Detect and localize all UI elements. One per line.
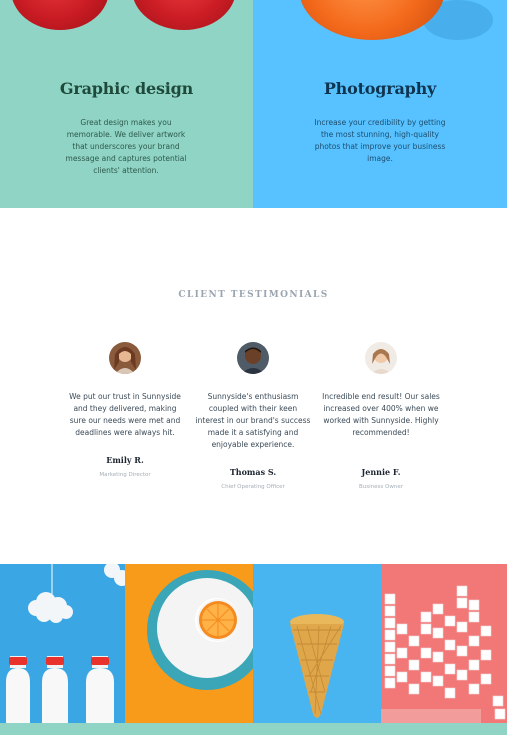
photography-description: Increase your credibility by getting the… xyxy=(314,118,446,163)
avatar-thomas xyxy=(237,342,269,374)
testimonial-role: Marketing Director xyxy=(99,472,151,478)
testimonial-name: Thomas S. xyxy=(229,467,277,477)
footer-strip xyxy=(0,723,507,735)
avatar-jennie xyxy=(365,342,397,374)
cherry-image-right xyxy=(132,0,236,30)
graphic-design-description: Great design makes you memorable. We del… xyxy=(65,118,187,175)
gallery-milk-bottles xyxy=(0,564,125,723)
testimonials-heading: CLIENT TESTIMONIALS xyxy=(178,290,329,300)
photography-card: Photography Increase your credibility by… xyxy=(253,0,507,208)
graphic-design-card: Graphic design Great design makes you me… xyxy=(0,0,253,208)
testimonial-quote: Sunnyside's enthusiasm coupled with thei… xyxy=(195,392,311,449)
gallery-orange-plate xyxy=(125,564,253,723)
avatar-emily xyxy=(109,342,141,374)
testimonial-role: Chief Operating Officer xyxy=(221,484,285,490)
testimonial-name: Emily R. xyxy=(106,455,144,465)
gallery-ice-cream-cone xyxy=(253,564,381,723)
graphic-design-title: Graphic design xyxy=(59,79,194,98)
services-section: Graphic design Great design makes you me… xyxy=(0,0,507,208)
testimonial-quote: We put our trust in Sunnyside and they d… xyxy=(69,392,181,437)
testimonial-role: Business Owner xyxy=(359,484,403,490)
testimonial-quote: Incredible end result! Our sales increas… xyxy=(322,392,440,437)
gallery-sugar-cubes xyxy=(381,564,507,723)
cherry-image-left xyxy=(11,0,109,30)
photography-title: Photography xyxy=(323,79,437,98)
testimonial-name: Jennie F. xyxy=(361,467,401,477)
orange-image xyxy=(299,0,445,40)
image-gallery xyxy=(0,564,507,723)
